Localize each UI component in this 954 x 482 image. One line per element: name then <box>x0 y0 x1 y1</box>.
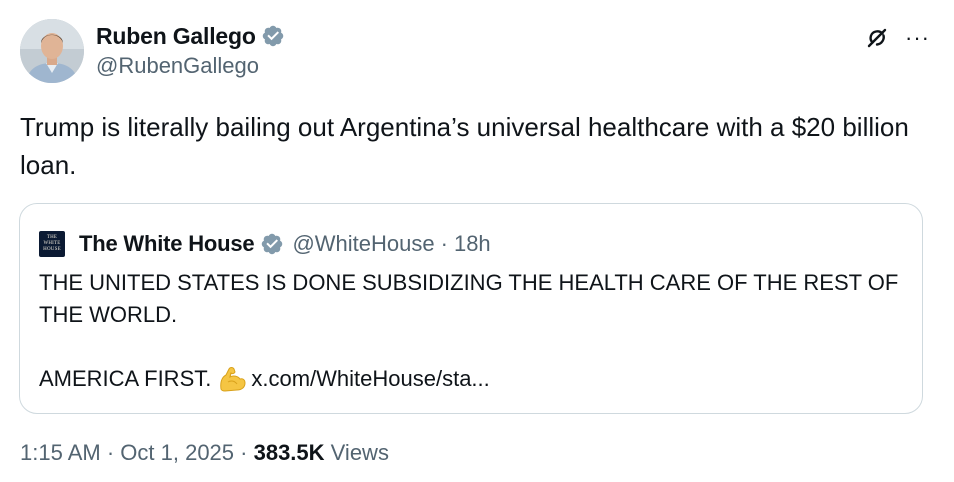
verified-badge-icon <box>262 233 283 255</box>
tweet-time[interactable]: 1:15 AM <box>20 440 101 466</box>
more-icon[interactable]: ··· <box>905 27 930 49</box>
tweet-footer: 1:15 AM · Oct 1, 2025 · 383.5K Views <box>20 440 389 466</box>
tweet-date[interactable]: Oct 1, 2025 <box>120 440 234 466</box>
views-label: Views <box>324 440 389 465</box>
meta-separator: · <box>234 440 254 465</box>
quoted-tweet-line: THE UNITED STATES IS DONE SUBSIDIZING TH… <box>39 270 899 327</box>
quoted-tweet-age[interactable]: 18h <box>454 231 491 257</box>
quoted-tweet-text: THE UNITED STATES IS DONE SUBSIDIZING TH… <box>39 267 909 395</box>
white-house-avatar-line: HOUSE <box>43 247 61 252</box>
quoted-tweet-line-text: AMERICA FIRST. <box>39 366 212 391</box>
views-count: 383.5K <box>253 440 325 465</box>
quoted-author-name[interactable]: The White House <box>79 231 255 257</box>
tweet: Ruben Gallego @RubenGallego ··· Trump is… <box>0 0 954 482</box>
author-name[interactable]: Ruben Gallego <box>96 23 256 50</box>
verified-badge-icon <box>262 25 283 47</box>
meta-separator: · <box>440 231 448 256</box>
grok-icon[interactable] <box>863 24 891 52</box>
top-actions: ··· <box>863 24 930 52</box>
quoted-author-handle[interactable]: @WhiteHouse <box>292 231 434 257</box>
quoted-tweet-line: AMERICA FIRST. x.com/WhiteHouse/sta... <box>39 363 909 395</box>
flexed-biceps-icon <box>220 367 246 392</box>
quoted-tweet-link[interactable]: x.com/WhiteHouse/sta... <box>251 366 489 391</box>
meta-separator: · <box>100 440 121 465</box>
avatar[interactable] <box>20 19 84 83</box>
tweet-text: Trump is literally bailing out Argentina… <box>20 112 909 180</box>
author-name-row: Ruben Gallego <box>96 20 285 52</box>
quoted-tweet-card[interactable]: THE WHITE HOUSE The White House @WhiteHo… <box>19 203 923 414</box>
author-block: Ruben Gallego @RubenGallego <box>96 20 285 79</box>
white-house-avatar[interactable]: THE WHITE HOUSE <box>39 231 65 257</box>
quoted-tweet-header: THE WHITE HOUSE The White House @WhiteHo… <box>39 229 491 259</box>
author-handle[interactable]: @RubenGallego <box>96 53 285 79</box>
